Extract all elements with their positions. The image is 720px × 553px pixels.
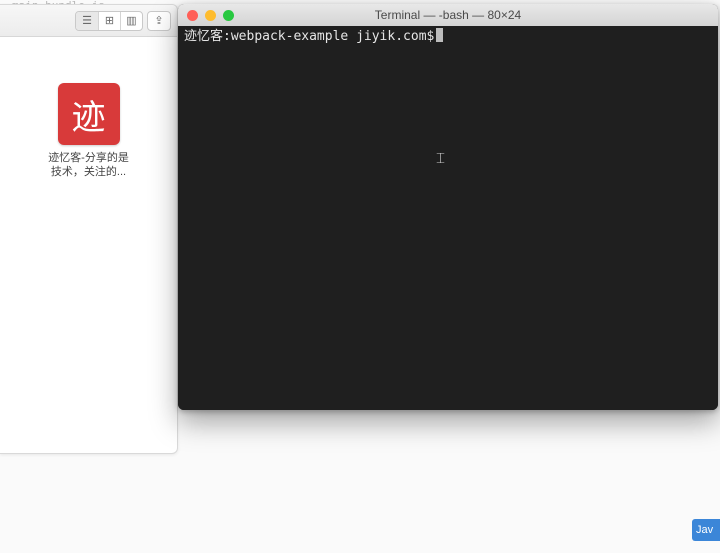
file-grid: 迹 迹忆客-分享的是 技术，关注的... xyxy=(0,37,177,190)
prompt-directory: webpack-example xyxy=(231,29,348,44)
view-list-button[interactable]: ☰ xyxy=(76,12,98,30)
webclip-icon[interactable]: 迹 xyxy=(58,83,120,145)
webclip-label: 迹忆客-分享的是 技术，关注的... xyxy=(48,151,129,180)
share-button[interactable]: ⇪ xyxy=(148,12,170,30)
finder-window: ☰ ⊞ ▥ ⇪ 迹 迹忆客-分享的是 技术，关注的... xyxy=(0,4,178,454)
terminal-body[interactable]: 迹忆客:webpack-example jiyik.com$ ⌶ xyxy=(178,26,718,410)
ibeam-cursor-icon: ⌶ xyxy=(436,152,445,167)
share-group: ⇪ xyxy=(147,11,171,31)
view-mode-group: ☰ ⊞ ▥ xyxy=(75,11,143,31)
prompt-host: jiyik.com$ xyxy=(356,29,434,44)
view-columns-button[interactable]: ▥ xyxy=(120,12,142,30)
terminal-window: Terminal — -bash — 80×24 迹忆客:webpack-exa… xyxy=(178,4,718,410)
bottom-right-tag[interactable]: Jav xyxy=(692,519,720,541)
view-grid-button[interactable]: ⊞ xyxy=(98,12,120,30)
close-icon[interactable] xyxy=(187,10,198,21)
terminal-prompt: 迹忆客:webpack-example jiyik.com$ xyxy=(184,29,443,44)
window-controls xyxy=(178,10,234,21)
prompt-user: 迹忆客 xyxy=(184,29,223,44)
webclip-label-line2: 技术，关注的... xyxy=(51,166,126,178)
cursor-icon xyxy=(436,28,443,42)
zoom-icon[interactable] xyxy=(223,10,234,21)
terminal-titlebar[interactable]: Terminal — -bash — 80×24 xyxy=(178,4,718,26)
terminal-title: Terminal — -bash — 80×24 xyxy=(178,8,718,22)
prompt-separator: : xyxy=(223,29,231,44)
webclip-label-line1: 迹忆客-分享的是 xyxy=(48,152,129,164)
minimize-icon[interactable] xyxy=(205,10,216,21)
finder-toolbar: ☰ ⊞ ▥ ⇪ xyxy=(0,5,177,37)
